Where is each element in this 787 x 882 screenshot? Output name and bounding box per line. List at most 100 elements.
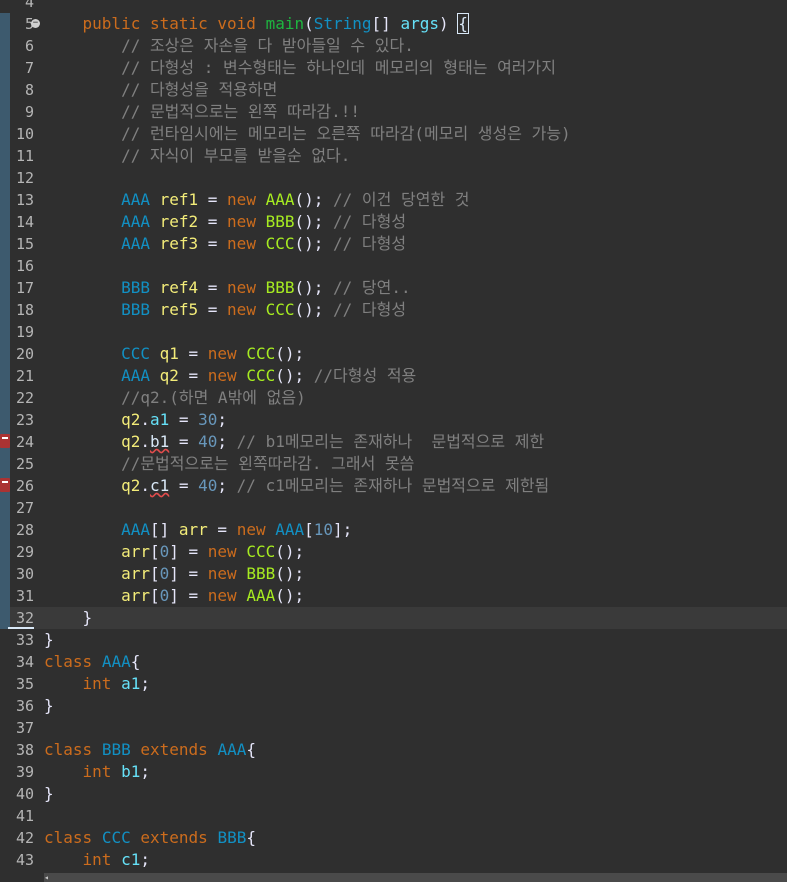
line-number: 17 [15,279,34,297]
code-line[interactable]: 23 q2.a1 = 30; [0,409,787,431]
code-text[interactable]: int b1; [44,761,150,783]
code-text[interactable]: int a1; [44,673,150,695]
code-token: int [82,674,112,693]
code-text[interactable]: // 조상은 자손을 다 받아들일 수 있다. [44,35,414,57]
code-text[interactable]: arr[0] = new AAA(); [44,585,304,607]
code-text[interactable]: //q2.(하면 A밖에 없음) [44,387,306,409]
code-line[interactable]: 10 // 런타임시에는 메모리는 오른쪽 따라감(메모리 생성은 가능) [0,123,787,145]
code-line[interactable]: 33} [0,629,787,651]
code-token: BBB [246,564,276,583]
code-line[interactable]: 21 AAA q2 = new CCC(); //다형성 적용 [0,365,787,387]
code-text[interactable]: q2.a1 = 30; [44,409,227,431]
code-line[interactable]: 16 [0,255,787,277]
code-text[interactable]: arr[0] = new CCC(); [44,541,304,563]
code-token: class [44,652,93,671]
code-text[interactable]: } [44,607,93,629]
code-line[interactable]: 34 class AAA{ [0,651,787,673]
code-line[interactable]: 35 int a1; [0,673,787,695]
code-text[interactable]: // 런타임시에는 메모리는 오른쪽 따라감(메모리 생성은 가능) [44,123,571,145]
code-text[interactable]: AAA ref1 = new AAA(); // 이건 당연한 것 [44,189,469,211]
code-text[interactable]: } [44,783,54,805]
code-text[interactable]: AAA[] arr = new AAA[10]; [44,519,352,541]
code-line[interactable]: 24 q2.b1 = 40; // b1메모리는 존재하나 문법적으로 제한 [0,431,787,453]
code-line[interactable]: 36} [0,695,787,717]
code-line[interactable]: 28 AAA[] arr = new AAA[10]; [0,519,787,541]
code-text[interactable]: } [44,629,54,651]
code-line[interactable]: 31 arr[0] = new AAA(); [0,585,787,607]
code-text[interactable]: class CCC extends BBB{ [44,827,256,849]
code-line[interactable]: 32 } [0,607,787,629]
code-line[interactable]: 8 // 다형성을 적용하면 [0,79,787,101]
code-line[interactable]: 19 [0,321,787,343]
code-line[interactable]: 7 // 다형성 : 변수형태는 하나인데 메모리의 형태는 여러가지 [0,57,787,79]
code-line[interactable]: 14 AAA ref2 = new BBB(); // 다형성 [0,211,787,233]
code-text[interactable]: // 다형성 : 변수형태는 하나인데 메모리의 형태는 여러가지 [44,57,556,79]
code-text[interactable]: arr[0] = new BBB(); [44,563,304,585]
code-token: q2 [121,410,141,429]
code-text[interactable]: int c1; [44,849,150,871]
code-line[interactable]: 11 // 자식이 부모를 받을순 없다. [0,145,787,167]
code-line[interactable]: 5− public static void main(String[] args… [0,13,787,35]
code-text[interactable]: //문법적으로는 왼쪽따라감. 그래서 못씀 [44,453,414,475]
code-text[interactable]: AAA ref2 = new BBB(); // 다형성 [44,211,406,233]
code-token: AAA [217,740,247,759]
code-line[interactable]: 43 int c1; [0,849,787,871]
code-line[interactable]: 27 [0,497,787,519]
code-token: CCC [265,300,295,319]
line-number: 23 [15,411,34,429]
code-text[interactable]: class AAA{ [44,651,140,673]
code-line[interactable]: 37 [0,717,787,739]
code-text[interactable]: // 자식이 부모를 받을순 없다. [44,145,350,167]
code-text[interactable]: class BBB extends AAA{ [44,739,256,761]
code-text[interactable]: q2.b1 = 40; // b1메모리는 존재하나 문법적으로 제한 [44,431,544,453]
code-line[interactable]: 9 // 문법적으로는 왼쪽 따라감.!! [0,101,787,123]
code-token: // 다형성 [333,234,407,253]
code-text[interactable]: BBB ref4 = new BBB(); // 당연.. [44,277,411,299]
code-text[interactable]: } [44,695,54,717]
code-line[interactable]: 17 BBB ref4 = new BBB(); // 당연.. [0,277,787,299]
code-line[interactable]: 38 class BBB extends AAA{ [0,739,787,761]
code-line[interactable]: 26 q2.c1 = 40; // c1메모리는 존재하나 문법적으로 제한됨 [0,475,787,497]
code-line[interactable]: 6 // 조상은 자손을 다 받아들일 수 있다. [0,35,787,57]
code-line[interactable]: 41 [0,805,787,827]
fold-toggle-icon[interactable]: − [31,19,40,28]
code-token: (); [275,564,305,583]
code-text[interactable]: AAA q2 = new CCC(); //다형성 적용 [44,365,416,387]
code-line[interactable]: 15 AAA ref3 = new CCC(); // 다형성 [0,233,787,255]
code-token: BBB [101,740,131,759]
code-line[interactable]: 30 arr[0] = new BBB(); [0,563,787,585]
code-text[interactable]: public static void main(String[] args) { [44,13,469,35]
code-text[interactable]: // 다형성을 적용하면 [44,79,277,101]
code-token: . [140,476,150,495]
code-text[interactable]: q2.c1 = 40; // c1메모리는 존재하나 문법적으로 제한됨 [44,475,549,497]
code-line[interactable]: 25 //문법적으로는 왼쪽따라감. 그래서 못씀 [0,453,787,475]
code-token: // c1메모리는 존재하나 문법적으로 제한됨 [236,476,550,495]
code-token: arr [178,520,208,539]
code-text[interactable]: BBB ref5 = new CCC(); // 다형성 [44,299,406,321]
code-line[interactable]: 18 BBB ref5 = new CCC(); // 다형성 [0,299,787,321]
code-line[interactable]: 29 arr[0] = new CCC(); [0,541,787,563]
horizontal-scrollbar[interactable]: ◂ [44,873,787,882]
code-line[interactable]: 42 class CCC extends BBB{ [0,827,787,849]
code-token: BBB [121,278,150,297]
code-line[interactable]: 40} [0,783,787,805]
code-line[interactable]: 20 CCC q1 = new CCC(); [0,343,787,365]
code-line[interactable]: 39 int b1; [0,761,787,783]
code-line[interactable]: 4 [0,0,787,13]
scroll-left-icon[interactable]: ◂ [44,873,53,882]
code-editor[interactable]: 4 5− public static void main(String[] arg… [0,0,787,882]
code-text[interactable]: CCC q1 = new CCC(); [44,343,304,365]
code-text[interactable]: // 문법적으로는 왼쪽 따라감.!! [44,101,360,123]
code-line[interactable]: 13 AAA ref1 = new AAA(); // 이건 당연한 것 [0,189,787,211]
code-line[interactable]: 12 [0,167,787,189]
code-token: new [207,542,237,561]
code-line[interactable]: 22 //q2.(하면 A밖에 없음) [0,387,787,409]
line-number: 26 [15,477,34,495]
code-text[interactable]: AAA ref3 = new CCC(); // 다형성 [44,233,406,255]
